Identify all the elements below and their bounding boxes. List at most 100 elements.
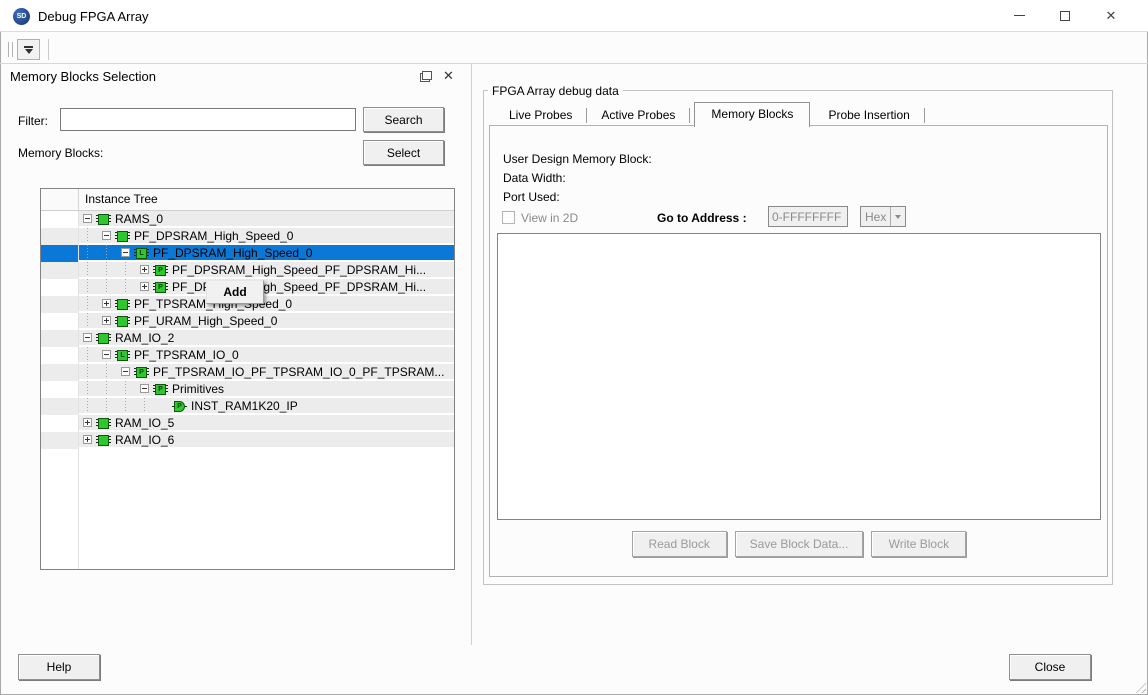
maximize-button[interactable] bbox=[1042, 0, 1088, 31]
collapse-icon[interactable] bbox=[83, 333, 92, 342]
tree-row[interactable]: PF_URAM_High_Speed_0 bbox=[79, 313, 454, 330]
dock-close-icon[interactable]: ✕ bbox=[443, 68, 454, 84]
window-title: Debug FPGA Array bbox=[38, 9, 149, 24]
tab-separator bbox=[924, 108, 925, 123]
minimize-button[interactable] bbox=[996, 0, 1042, 31]
tab-live-probes[interactable]: Live Probes bbox=[495, 105, 586, 126]
tree-column-header[interactable]: Instance Tree bbox=[79, 189, 454, 210]
chip-icon bbox=[115, 298, 130, 310]
filter-label: Filter: bbox=[18, 114, 48, 128]
context-menu: Add bbox=[206, 280, 264, 304]
tree-item-label[interactable]: RAM_IO_5 bbox=[115, 416, 174, 430]
tree-row[interactable]: RAMS_0 bbox=[79, 211, 454, 228]
tree-guide-line bbox=[87, 381, 88, 396]
view-in-2d-label: View in 2D bbox=[521, 211, 578, 225]
tree-row[interactable]: PPF_DPSRAM_High_Speed_PF_DPSRAM_Hi... bbox=[79, 279, 454, 296]
save-block-data-button[interactable]: Save Block Data... bbox=[735, 531, 864, 557]
tree-item-label[interactable]: RAM_IO_2 bbox=[115, 331, 174, 345]
goto-address-input[interactable] bbox=[768, 206, 848, 227]
tab-probe-insertion[interactable]: Probe Insertion bbox=[814, 105, 923, 126]
tree-guide-line bbox=[87, 364, 88, 379]
tree-item-label[interactable]: RAM_IO_6 bbox=[115, 433, 174, 447]
radix-value: Hex bbox=[861, 210, 890, 224]
tree-item-label[interactable]: PF_URAM_High_Speed_0 bbox=[134, 314, 277, 328]
select-button[interactable]: Select bbox=[363, 140, 444, 165]
tab-separator bbox=[689, 108, 690, 123]
tab-active-probes[interactable]: Active Probes bbox=[587, 105, 689, 126]
tree-gutter-cell bbox=[41, 330, 78, 347]
tree-guide-line bbox=[87, 398, 88, 413]
collapse-icon[interactable] bbox=[140, 384, 149, 393]
tree-guide-line bbox=[106, 279, 107, 294]
resize-grip[interactable] bbox=[1133, 680, 1146, 693]
tree-item-label[interactable]: PF_DPSRAM_High_Speed_PF_DPSRAM_Hi... bbox=[172, 263, 426, 277]
tree-guide-line bbox=[106, 364, 107, 379]
tree-header-gutter bbox=[41, 189, 79, 210]
tree-item-label[interactable]: PF_TPSRAM_IO_PF_TPSRAM_IO_0_PF_TPSRAM... bbox=[153, 365, 444, 379]
chip-icon bbox=[115, 230, 130, 242]
tree-row[interactable]: LPF_TPSRAM_IO_0 bbox=[79, 347, 454, 364]
expand-icon[interactable] bbox=[83, 435, 92, 444]
collapse-icon[interactable] bbox=[102, 350, 111, 359]
chip-p-icon: P bbox=[153, 383, 168, 395]
chip-p-icon: P bbox=[153, 281, 168, 293]
view-in-2d-checkbox[interactable] bbox=[502, 211, 515, 224]
tree-guide-line bbox=[125, 398, 126, 413]
expand-icon[interactable] bbox=[102, 316, 111, 325]
tree-guide-line bbox=[144, 398, 145, 413]
instance-tree-table: Instance Tree RAMS_0 PF_DPSRAM_High_Speed… bbox=[40, 188, 455, 570]
tree-gutter-cell bbox=[41, 228, 78, 245]
tree-row[interactable]: RAM_IO_2 bbox=[79, 330, 454, 347]
tree-item-label[interactable]: PF_DPSRAM_High_Speed_0 bbox=[134, 229, 293, 243]
tree-item-label[interactable]: PF_DPSRAM_High_Speed_0 bbox=[153, 246, 312, 260]
tab-memory-blocks[interactable]: Memory Blocks bbox=[694, 102, 810, 127]
collapse-icon[interactable] bbox=[83, 214, 92, 223]
data-width-label: Data Width: bbox=[503, 171, 566, 185]
radix-combobox[interactable]: Hex bbox=[860, 206, 906, 227]
dock-float-icon[interactable] bbox=[420, 71, 432, 82]
expand-icon[interactable] bbox=[102, 299, 111, 308]
help-button[interactable]: Help bbox=[18, 654, 100, 680]
close-button[interactable]: Close bbox=[1009, 654, 1091, 680]
tree-item-label[interactable]: RAMS_0 bbox=[115, 212, 163, 226]
tree-row[interactable]: RAM_IO_5 bbox=[79, 415, 454, 432]
toolbar-filter-button[interactable] bbox=[17, 39, 40, 60]
tree-item-label[interactable]: Primitives bbox=[172, 382, 224, 396]
expand-icon[interactable] bbox=[83, 418, 92, 427]
dock-splitter[interactable] bbox=[471, 64, 472, 645]
memory-data-area[interactable] bbox=[497, 233, 1101, 520]
tree-guide-line bbox=[106, 262, 107, 277]
expand-icon[interactable] bbox=[140, 265, 149, 274]
toolbar-drag-handle[interactable] bbox=[8, 42, 13, 57]
tree-row[interactable]: PPF_TPSRAM_IO_PF_TPSRAM_IO_0_PF_TPSRAM..… bbox=[79, 364, 454, 381]
read-block-button[interactable]: Read Block bbox=[632, 531, 727, 557]
tree-item-label[interactable]: PF_TPSRAM_IO_0 bbox=[134, 348, 239, 362]
tree-gutter-cell bbox=[41, 296, 78, 313]
tree-row[interactable]: RAM_IO_6 bbox=[79, 432, 454, 449]
expand-icon[interactable] bbox=[140, 282, 149, 291]
context-menu-item-add[interactable]: Add bbox=[223, 285, 246, 299]
tree-row[interactable]: PINST_RAM1K20_IP bbox=[79, 398, 454, 415]
tree-row[interactable]: PF_DPSRAM_High_Speed_0 bbox=[79, 228, 454, 245]
tree-header-row: Instance Tree bbox=[41, 189, 454, 211]
tree-row[interactable]: P Primitives bbox=[79, 381, 454, 398]
chevron-down-icon bbox=[890, 207, 905, 226]
collapse-icon[interactable] bbox=[102, 231, 111, 240]
tree-item-label[interactable]: INST_RAM1K20_IP bbox=[191, 399, 298, 413]
chip-icon bbox=[96, 417, 111, 429]
tree-gutter-cell bbox=[41, 364, 78, 381]
memory-action-buttons: Read Block Save Block Data... Write Block bbox=[497, 531, 1101, 557]
close-window-button[interactable]: ✕ bbox=[1088, 0, 1134, 31]
collapse-icon[interactable] bbox=[121, 367, 130, 376]
tree-row[interactable]: PF_TPSRAM_High_Speed_0 bbox=[79, 296, 454, 313]
collapse-icon[interactable] bbox=[121, 248, 130, 257]
search-button[interactable]: Search bbox=[363, 107, 444, 132]
tree-row[interactable]: PPF_DPSRAM_High_Speed_PF_DPSRAM_Hi... bbox=[79, 262, 454, 279]
filter-input[interactable] bbox=[60, 108, 356, 131]
chip-icon bbox=[115, 315, 130, 327]
tree-row[interactable]: LPF_DPSRAM_High_Speed_0 bbox=[79, 245, 454, 262]
write-block-button[interactable]: Write Block bbox=[871, 531, 966, 557]
minimize-icon bbox=[1014, 15, 1025, 16]
tab-bar: Live ProbesActive ProbesMemory BlocksPro… bbox=[495, 103, 925, 126]
tree-gutter-cell bbox=[41, 415, 78, 432]
